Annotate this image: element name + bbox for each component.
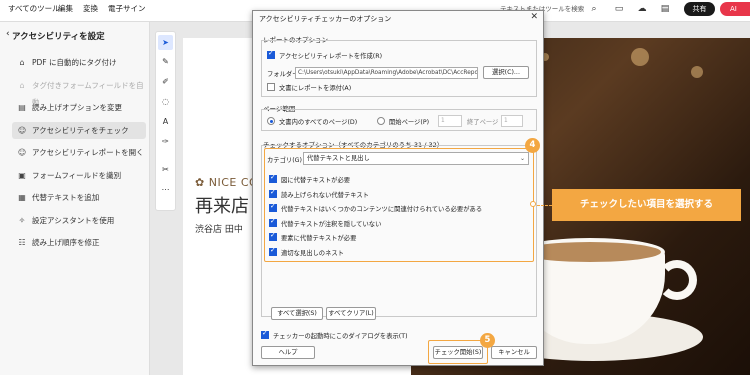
more-tools-icon[interactable]: ⋯ — [158, 182, 173, 197]
cloud-upload-icon[interactable]: ☁ — [636, 3, 648, 15]
show-dialog-label: チェッカーの起動時にこのダイアログを表示(T) — [273, 333, 408, 340]
print-icon[interactable]: ▤ — [659, 3, 671, 15]
sidebar-item-label: 設定アシスタントを使用 — [32, 215, 115, 225]
select-all-button[interactable]: すべて選択(S) — [271, 307, 323, 320]
step-5-badge: 5 — [480, 333, 495, 348]
clear-all-button[interactable]: すべてクリア(L) — [326, 307, 376, 320]
sidebar-item[interactable]: ☺ アクセシビリティをチェック — [12, 121, 146, 139]
menu-all-tools[interactable]: すべてのツール — [8, 0, 60, 22]
text-box-icon[interactable]: A — [158, 114, 173, 129]
read-aloud-icon: ▤ — [18, 103, 26, 112]
form-tag-icon: ⌂ — [19, 80, 25, 90]
reading-order-icon: ☷ — [18, 238, 26, 247]
all-pages-label: 文書内のすべてのページ(D) — [279, 119, 358, 126]
document-subheading: 渋谷店 田中 — [195, 225, 243, 235]
step-4-badge: 4 — [525, 138, 540, 153]
attach-report-label: 文書にレポートを添付(A) — [279, 85, 352, 92]
sidebar-item[interactable]: ☷ 読み上げ順序を修正 — [12, 234, 146, 251]
vertical-toolbar: ➤ ✎ ✐ ◌ A ✑ ✂ ⋯ — [155, 31, 176, 211]
help-button[interactable]: ヘルプ — [261, 346, 315, 359]
sidebar-item[interactable]: ▤ 読み上げオプションを変更 — [12, 99, 146, 116]
end-page-field[interactable]: 1 — [501, 115, 523, 127]
accessibility-check-icon: ☺ — [17, 125, 27, 135]
report-icon: ☺ — [17, 148, 27, 157]
sidebar-item-label: 読み上げ順序を修正 — [32, 238, 100, 247]
cup-handle-graphic — [657, 260, 697, 300]
sidebar-item[interactable]: ✧ 設定アシスタントを使用 — [12, 212, 146, 229]
select-tool-icon[interactable]: ➤ — [158, 35, 173, 50]
choose-folder-button[interactable]: 選択(C)... — [483, 66, 529, 79]
sidebar-item[interactable]: ⌂ タグ付きフォームフィールドを自動 — [12, 77, 146, 107]
alt-text-icon: ▦ — [18, 193, 26, 202]
all-pages-radio[interactable] — [267, 117, 275, 125]
start-page-label: 開始ページ(P) — [389, 119, 430, 126]
folder-path-field[interactable]: C:\Users\otsuki\AppData\Roaming\Adobe\Ac… — [295, 67, 478, 79]
connector-dot — [530, 201, 536, 207]
sidebar-item[interactable]: ▦ 代替テキストを追加 — [12, 189, 146, 206]
sidebar-item[interactable]: ☺ アクセシビリティレポートを開く — [12, 144, 146, 161]
start-page-field[interactable]: 1 — [438, 115, 462, 127]
create-report-label: アクセシビリティレポートを作成(R) — [279, 53, 383, 60]
start-page-radio[interactable] — [377, 117, 385, 125]
panel-title: アクセシビリティを設定 — [12, 32, 105, 42]
form-field-icon: ▣ — [18, 170, 26, 180]
brand-logo: ✿ NICE CO — [195, 176, 259, 189]
stamp-tool-icon[interactable]: ✂ — [158, 162, 173, 177]
end-page-label: 終了ページ — [467, 119, 499, 126]
menu-e-sign[interactable]: 電子サイン — [108, 0, 146, 22]
sidebar-item-label: アクセシビリティをチェック — [32, 125, 129, 135]
sidebar-item-label: フォームフィールドを識別 — [32, 170, 122, 180]
document-heading: 再来店 — [195, 196, 249, 217]
comment-tool-icon[interactable]: ✎ — [158, 54, 173, 69]
instruction-callout: チェックしたい項目を選択する — [552, 189, 741, 221]
check-items-highlight — [264, 148, 534, 262]
start-check-highlight — [428, 340, 488, 364]
connector-line — [537, 205, 552, 206]
back-arrow-icon[interactable]: ‹ — [6, 29, 10, 39]
tag-icon: ⌂ — [19, 58, 25, 67]
sidebar-item-label: PDF に自動的にタグ付け — [32, 58, 117, 67]
ai-assistant-button[interactable]: AI — [720, 2, 750, 16]
search-icon[interactable]: ⌕ — [588, 3, 600, 15]
sidebar-item-label: アクセシビリティレポートを開く — [32, 148, 144, 157]
show-dialog-checkbox[interactable] — [261, 329, 269, 339]
dialog-title: アクセシビリティチェッカーのオプション — [259, 15, 392, 23]
close-icon[interactable]: ✕ — [530, 12, 538, 22]
sidebar-item-label: 代替テキストを追加 — [32, 193, 100, 202]
inbox-icon[interactable]: ▭ — [613, 3, 625, 15]
accessibility-panel: ‹ アクセシビリティを設定 ⌂ PDF に自動的にタグ付け ⌂ タグ付きフォームフィー… — [0, 22, 150, 375]
highlight-tool-icon[interactable]: ✐ — [158, 74, 173, 89]
fill-sign-icon[interactable]: ✑ — [158, 134, 173, 149]
menu-convert[interactable]: 変換 — [83, 0, 98, 22]
share-button[interactable]: 共有 — [684, 2, 715, 16]
cancel-button[interactable]: キャンセル — [491, 346, 537, 359]
sidebar-item-label: 読み上げオプションを変更 — [32, 103, 122, 112]
attach-report-checkbox[interactable] — [267, 83, 275, 91]
sidebar-item[interactable]: ⌂ PDF に自動的にタグ付け — [12, 54, 146, 71]
create-report-checkbox[interactable] — [267, 49, 275, 59]
menu-edit[interactable]: 編集 — [58, 0, 73, 22]
sidebar-item[interactable]: ▣ フォームフィールドを識別 — [12, 167, 146, 184]
draw-tool-icon[interactable]: ◌ — [158, 94, 173, 109]
wizard-icon: ✧ — [18, 215, 26, 225]
